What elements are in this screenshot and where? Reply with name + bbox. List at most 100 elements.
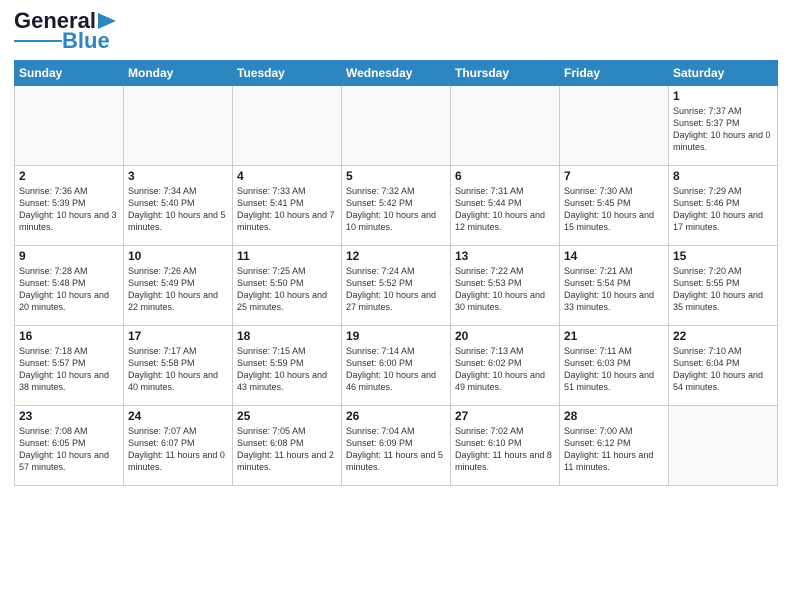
logo-underline	[14, 40, 62, 42]
day-number: 28	[564, 409, 664, 423]
day-number: 24	[128, 409, 228, 423]
calendar-cell: 27 Sunrise: 7:02 AM Sunset: 6:10 PM Dayli…	[451, 406, 560, 486]
calendar-header-monday: Monday	[124, 61, 233, 86]
day-info: Sunrise: 7:00 AM Sunset: 6:12 PM Dayligh…	[564, 425, 664, 474]
calendar-cell	[342, 86, 451, 166]
calendar-cell: 7 Sunrise: 7:30 AM Sunset: 5:45 PM Daylig…	[560, 166, 669, 246]
calendar-header-saturday: Saturday	[669, 61, 778, 86]
day-info: Sunrise: 7:22 AM Sunset: 5:53 PM Dayligh…	[455, 265, 555, 314]
calendar-cell: 28 Sunrise: 7:00 AM Sunset: 6:12 PM Dayli…	[560, 406, 669, 486]
calendar-cell: 6 Sunrise: 7:31 AM Sunset: 5:44 PM Daylig…	[451, 166, 560, 246]
day-number: 22	[673, 329, 773, 343]
calendar-cell: 13 Sunrise: 7:22 AM Sunset: 5:53 PM Dayli…	[451, 246, 560, 326]
day-number: 17	[128, 329, 228, 343]
calendar-cell: 15 Sunrise: 7:20 AM Sunset: 5:55 PM Dayli…	[669, 246, 778, 326]
calendar-cell: 8 Sunrise: 7:29 AM Sunset: 5:46 PM Daylig…	[669, 166, 778, 246]
day-info: Sunrise: 7:17 AM Sunset: 5:58 PM Dayligh…	[128, 345, 228, 394]
day-number: 9	[19, 249, 119, 263]
day-info: Sunrise: 7:24 AM Sunset: 5:52 PM Dayligh…	[346, 265, 446, 314]
calendar-cell	[233, 86, 342, 166]
calendar-table: SundayMondayTuesdayWednesdayThursdayFrid…	[14, 60, 778, 486]
calendar-cell: 19 Sunrise: 7:14 AM Sunset: 6:00 PM Dayli…	[342, 326, 451, 406]
day-number: 20	[455, 329, 555, 343]
day-number: 1	[673, 89, 773, 103]
logo-blue: Blue	[62, 30, 110, 52]
header: General Blue	[14, 10, 778, 52]
day-number: 15	[673, 249, 773, 263]
day-info: Sunrise: 7:20 AM Sunset: 5:55 PM Dayligh…	[673, 265, 773, 314]
calendar-cell: 2 Sunrise: 7:36 AM Sunset: 5:39 PM Daylig…	[15, 166, 124, 246]
day-number: 16	[19, 329, 119, 343]
day-info: Sunrise: 7:04 AM Sunset: 6:09 PM Dayligh…	[346, 425, 446, 474]
day-number: 6	[455, 169, 555, 183]
day-info: Sunrise: 7:28 AM Sunset: 5:48 PM Dayligh…	[19, 265, 119, 314]
day-info: Sunrise: 7:18 AM Sunset: 5:57 PM Dayligh…	[19, 345, 119, 394]
calendar-cell: 9 Sunrise: 7:28 AM Sunset: 5:48 PM Daylig…	[15, 246, 124, 326]
calendar-cell	[15, 86, 124, 166]
calendar-cell: 5Sunrise: 7:32 AM Sunset: 5:42 PM Daylig…	[342, 166, 451, 246]
calendar-cell: 3 Sunrise: 7:34 AM Sunset: 5:40 PM Daylig…	[124, 166, 233, 246]
day-info: Sunrise: 7:05 AM Sunset: 6:08 PM Dayligh…	[237, 425, 337, 474]
day-info: Sunrise: 7:30 AM Sunset: 5:45 PM Dayligh…	[564, 185, 664, 234]
day-info: Sunrise: 7:15 AM Sunset: 5:59 PM Dayligh…	[237, 345, 337, 394]
logo: General Blue	[14, 10, 116, 52]
calendar-week-row: 2 Sunrise: 7:36 AM Sunset: 5:39 PM Daylig…	[15, 166, 778, 246]
day-info: Sunrise: 7:10 AM Sunset: 6:04 PM Dayligh…	[673, 345, 773, 394]
day-info: Sunrise: 7:36 AM Sunset: 5:39 PM Dayligh…	[19, 185, 119, 234]
calendar-cell: 24 Sunrise: 7:07 AM Sunset: 6:07 PM Dayli…	[124, 406, 233, 486]
day-info: Sunrise: 7:02 AM Sunset: 6:10 PM Dayligh…	[455, 425, 555, 474]
day-info: Sunrise: 7:34 AM Sunset: 5:40 PM Dayligh…	[128, 185, 228, 234]
calendar-cell: 18 Sunrise: 7:15 AM Sunset: 5:59 PM Dayli…	[233, 326, 342, 406]
calendar-cell: 11 Sunrise: 7:25 AM Sunset: 5:50 PM Dayli…	[233, 246, 342, 326]
calendar-cell: 12 Sunrise: 7:24 AM Sunset: 5:52 PM Dayli…	[342, 246, 451, 326]
calendar-cell: 10 Sunrise: 7:26 AM Sunset: 5:49 PM Dayli…	[124, 246, 233, 326]
day-number: 2	[19, 169, 119, 183]
calendar-header-sunday: Sunday	[15, 61, 124, 86]
day-info: Sunrise: 7:29 AM Sunset: 5:46 PM Dayligh…	[673, 185, 773, 234]
day-number: 21	[564, 329, 664, 343]
calendar-cell: 21 Sunrise: 7:11 AM Sunset: 6:03 PM Dayli…	[560, 326, 669, 406]
day-number: 13	[455, 249, 555, 263]
day-number: 18	[237, 329, 337, 343]
calendar-cell	[669, 406, 778, 486]
calendar-week-row: 16 Sunrise: 7:18 AM Sunset: 5:57 PM Dayli…	[15, 326, 778, 406]
calendar-cell	[451, 86, 560, 166]
calendar-cell: 16 Sunrise: 7:18 AM Sunset: 5:57 PM Dayli…	[15, 326, 124, 406]
day-info: Sunrise: 7:14 AM Sunset: 6:00 PM Dayligh…	[346, 345, 446, 394]
day-number: 11	[237, 249, 337, 263]
day-info: Sunrise: 7:32 AM Sunset: 5:42 PM Dayligh…	[346, 185, 446, 234]
day-info: Sunrise: 7:21 AM Sunset: 5:54 PM Dayligh…	[564, 265, 664, 314]
day-info: Sunrise: 7:13 AM Sunset: 6:02 PM Dayligh…	[455, 345, 555, 394]
day-number: 23	[19, 409, 119, 423]
calendar-cell: 1Sunrise: 7:37 AM Sunset: 5:37 PM Daylig…	[669, 86, 778, 166]
day-number: 27	[455, 409, 555, 423]
calendar-week-row: 1Sunrise: 7:37 AM Sunset: 5:37 PM Daylig…	[15, 86, 778, 166]
day-info: Sunrise: 7:26 AM Sunset: 5:49 PM Dayligh…	[128, 265, 228, 314]
calendar-cell	[124, 86, 233, 166]
calendar-header-friday: Friday	[560, 61, 669, 86]
day-info: Sunrise: 7:07 AM Sunset: 6:07 PM Dayligh…	[128, 425, 228, 474]
page-container: General Blue SundayMondayTuesdayWednesda…	[0, 0, 792, 612]
day-info: Sunrise: 7:25 AM Sunset: 5:50 PM Dayligh…	[237, 265, 337, 314]
day-number: 4	[237, 169, 337, 183]
day-info: Sunrise: 7:31 AM Sunset: 5:44 PM Dayligh…	[455, 185, 555, 234]
day-number: 14	[564, 249, 664, 263]
calendar-cell: 14 Sunrise: 7:21 AM Sunset: 5:54 PM Dayli…	[560, 246, 669, 326]
day-number: 19	[346, 329, 446, 343]
calendar-week-row: 9 Sunrise: 7:28 AM Sunset: 5:48 PM Daylig…	[15, 246, 778, 326]
logo-arrow-icon	[98, 13, 116, 29]
day-number: 3	[128, 169, 228, 183]
day-number: 7	[564, 169, 664, 183]
day-number: 12	[346, 249, 446, 263]
calendar-cell: 26Sunrise: 7:04 AM Sunset: 6:09 PM Dayli…	[342, 406, 451, 486]
calendar-header-thursday: Thursday	[451, 61, 560, 86]
day-info: Sunrise: 7:33 AM Sunset: 5:41 PM Dayligh…	[237, 185, 337, 234]
day-info: Sunrise: 7:08 AM Sunset: 6:05 PM Dayligh…	[19, 425, 119, 474]
day-info: Sunrise: 7:11 AM Sunset: 6:03 PM Dayligh…	[564, 345, 664, 394]
calendar-header-row: SundayMondayTuesdayWednesdayThursdayFrid…	[15, 61, 778, 86]
calendar-header-wednesday: Wednesday	[342, 61, 451, 86]
day-number: 10	[128, 249, 228, 263]
calendar-cell: 23 Sunrise: 7:08 AM Sunset: 6:05 PM Dayli…	[15, 406, 124, 486]
calendar-cell: 4 Sunrise: 7:33 AM Sunset: 5:41 PM Daylig…	[233, 166, 342, 246]
day-number: 8	[673, 169, 773, 183]
